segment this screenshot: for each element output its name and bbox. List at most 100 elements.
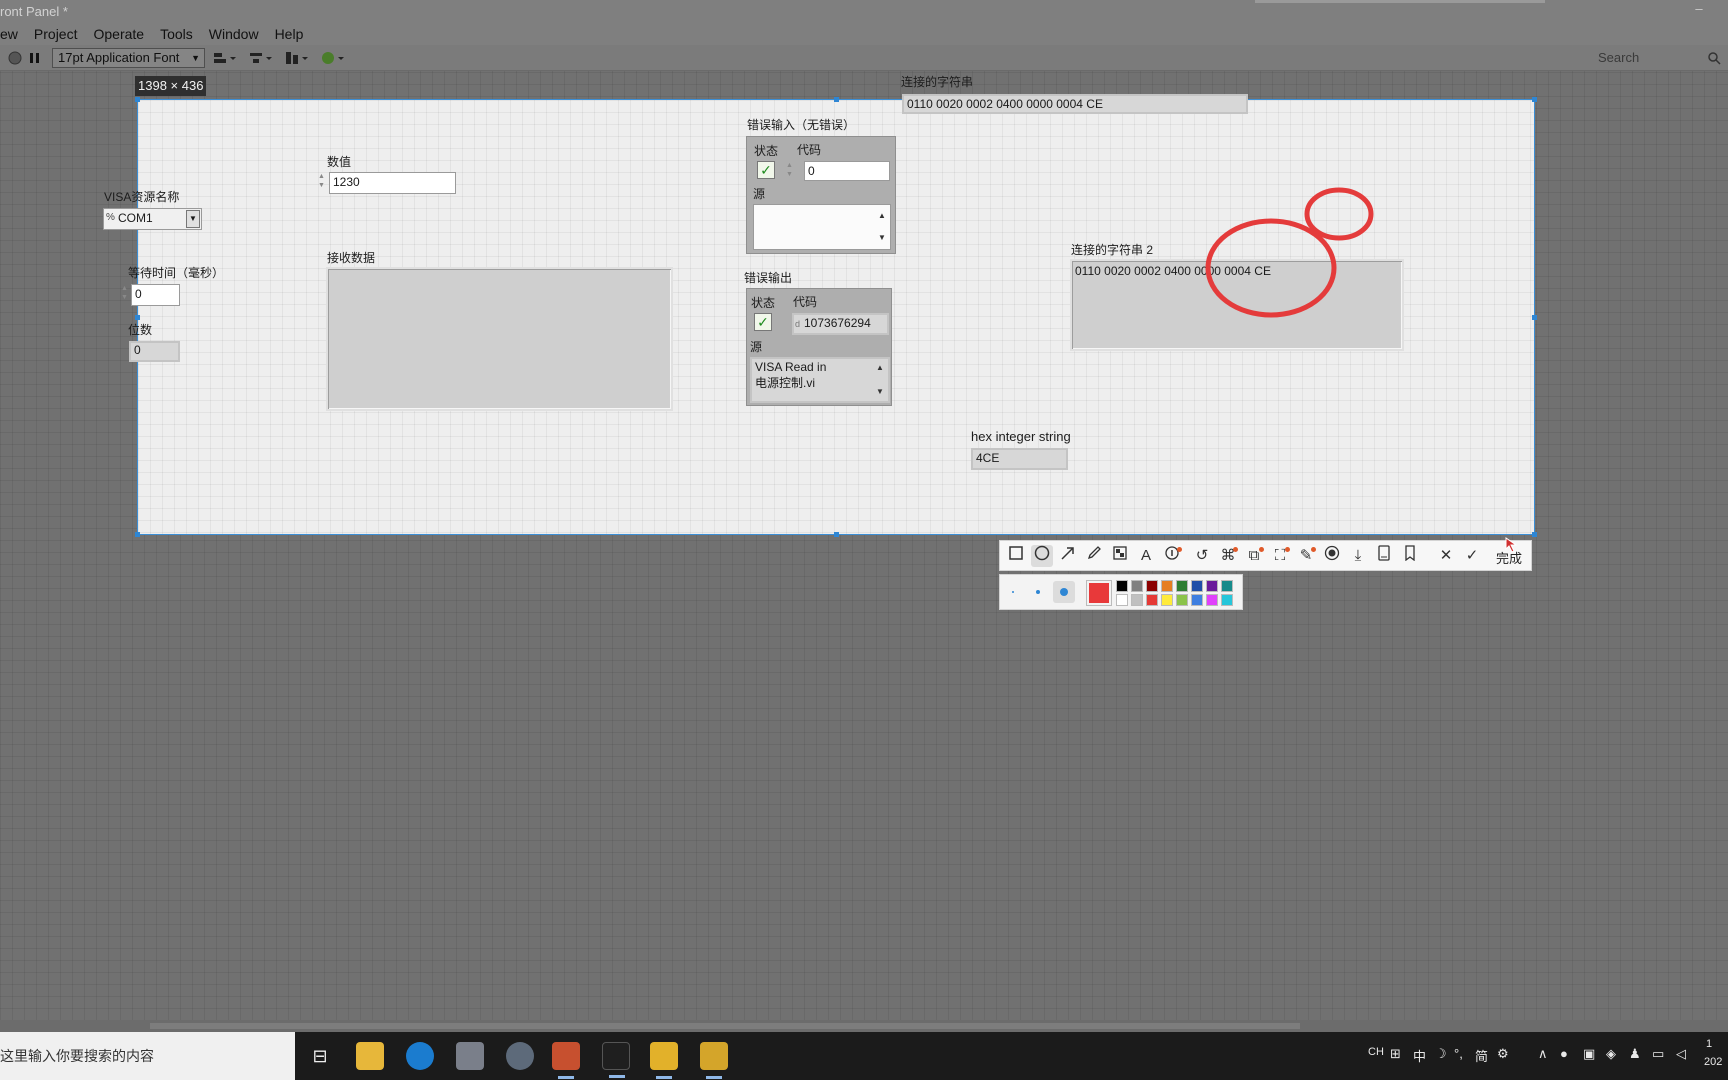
ime-simplified[interactable]: 简	[1475, 1046, 1488, 1065]
check-icon[interactable]: ✓	[1461, 545, 1483, 567]
ime-punct[interactable]: °,	[1454, 1046, 1463, 1061]
text-icon[interactable]: A	[1135, 545, 1157, 567]
resize-handle-top[interactable]	[834, 97, 839, 102]
scroll-down-icon[interactable]: ▼	[876, 229, 888, 247]
color-swatch[interactable]	[1116, 594, 1128, 606]
visa-dropdown-icon[interactable]: ▼	[186, 210, 200, 228]
tray-app-icon[interactable]: ▣	[1583, 1046, 1595, 1062]
clock-time[interactable]: 1	[1706, 1038, 1712, 1050]
timeout-increment-icon[interactable]: ▲ ▼	[120, 284, 129, 304]
color-swatch[interactable]	[1221, 594, 1233, 606]
ime-lang[interactable]: CH	[1368, 1046, 1384, 1058]
distribute-objects-icon[interactable]	[248, 49, 274, 67]
scroll-up-icon[interactable]: ▲	[874, 360, 886, 376]
color-swatch[interactable]	[1131, 580, 1143, 592]
resize-handle-bottom[interactable]	[834, 532, 839, 537]
abort-icon[interactable]	[7, 49, 23, 67]
font-select[interactable]: 17pt Application Font ▼	[52, 48, 205, 68]
volume-icon[interactable]: ◁	[1676, 1046, 1686, 1062]
reorder-icon[interactable]	[320, 49, 346, 67]
network-icon[interactable]: ▭	[1652, 1046, 1664, 1062]
undo-icon[interactable]: ↺	[1191, 545, 1213, 567]
horizontal-scrollbar[interactable]	[0, 1020, 1728, 1032]
ime-moon-icon[interactable]: ☽	[1435, 1046, 1447, 1062]
app-icon[interactable]	[506, 1042, 534, 1070]
resize-objects-icon[interactable]	[284, 49, 310, 67]
rectangle-icon[interactable]	[1005, 545, 1027, 567]
mosaic-icon[interactable]	[1109, 545, 1131, 567]
color-swatch[interactable]	[1206, 594, 1218, 606]
minimize-icon[interactable]: –	[1690, 0, 1708, 18]
visa-resource-control[interactable]: % COM1 ▼	[103, 208, 202, 230]
app-icon[interactable]	[552, 1042, 580, 1079]
resize-handle-left[interactable]	[135, 315, 140, 320]
color-swatch[interactable]	[1176, 594, 1188, 606]
color-swatch[interactable]	[1131, 594, 1143, 606]
labview-icon[interactable]	[650, 1042, 678, 1079]
edge-browser-icon[interactable]	[406, 1042, 434, 1070]
error-in-source-control[interactable]: ▲ ▼	[753, 204, 891, 250]
error-in-status-check-icon[interactable]: ✓	[757, 161, 775, 179]
scrollbar-thumb[interactable]	[150, 1023, 1300, 1029]
size-large-button[interactable]	[1053, 581, 1075, 603]
scroll-up-icon[interactable]: ▲	[876, 207, 888, 225]
concat-string2-label: 连接的字符串 2	[1071, 243, 1154, 257]
save-icon[interactable]	[1373, 545, 1395, 567]
ime-settings-icon[interactable]: ⚙	[1497, 1046, 1509, 1062]
download-icon[interactable]: ⤓	[1347, 545, 1369, 567]
tray-app-icon[interactable]: ♟	[1629, 1046, 1641, 1062]
record-icon[interactable]	[1321, 545, 1343, 567]
resize-handle-right[interactable]	[1532, 315, 1537, 320]
menu-view[interactable]: ew	[0, 23, 26, 45]
timeout-control[interactable]: 0	[131, 284, 180, 306]
color-swatch[interactable]	[1176, 580, 1188, 592]
cursor-icon	[1505, 537, 1518, 553]
pencil-icon[interactable]	[1083, 545, 1105, 567]
size-small-icon[interactable]	[1012, 591, 1014, 593]
menu-window[interactable]: Window	[201, 23, 267, 45]
numeric-increment-icon[interactable]: ▲ ▼	[317, 172, 326, 192]
bookmark-icon[interactable]	[1399, 545, 1421, 567]
security-icon[interactable]: ◈	[1606, 1046, 1616, 1062]
microphone-icon[interactable]: ●	[1560, 1046, 1568, 1061]
pause-icon[interactable]	[28, 49, 42, 67]
qq-icon[interactable]	[602, 1042, 630, 1078]
resize-handle-bottom-left[interactable]	[135, 532, 140, 537]
arrow-icon[interactable]	[1057, 545, 1079, 567]
color-swatch[interactable]	[1191, 594, 1203, 606]
error-in-code-increment-icon[interactable]: ▲ ▼	[785, 161, 794, 181]
tray-chevron-icon[interactable]: ∧	[1538, 1046, 1548, 1062]
menu-tools[interactable]: Tools	[152, 23, 201, 45]
color-swatch[interactable]	[1206, 580, 1218, 592]
clock-date[interactable]: 202	[1704, 1056, 1722, 1068]
color-swatch[interactable]	[1116, 580, 1128, 592]
labview-panel-icon[interactable]	[700, 1042, 728, 1079]
numeric-control[interactable]: 1230	[329, 172, 456, 194]
menu-project[interactable]: Project	[26, 23, 86, 45]
resize-handle-top-right[interactable]	[1532, 97, 1537, 102]
close-icon[interactable]: ✕	[1435, 545, 1457, 567]
ellipse-icon[interactable]	[1031, 545, 1053, 567]
resize-handle-bottom-right[interactable]	[1532, 532, 1537, 537]
size-medium-icon[interactable]	[1036, 590, 1040, 594]
search-input[interactable]: Search	[1585, 48, 1725, 68]
color-swatch[interactable]	[1161, 580, 1173, 592]
file-explorer-icon[interactable]	[356, 1042, 384, 1070]
scroll-down-icon[interactable]: ▼	[874, 384, 886, 400]
ime-chinese[interactable]: 中	[1413, 1046, 1426, 1065]
app-icon[interactable]	[456, 1042, 484, 1070]
menu-operate[interactable]: Operate	[85, 23, 152, 45]
active-color-swatch[interactable]	[1086, 580, 1112, 606]
color-swatch[interactable]	[1146, 580, 1158, 592]
color-swatch[interactable]	[1146, 594, 1158, 606]
error-in-code-control[interactable]: 0	[804, 161, 890, 181]
resize-handle-top-left[interactable]	[135, 97, 140, 102]
color-swatch[interactable]	[1191, 580, 1203, 592]
color-swatch[interactable]	[1161, 594, 1173, 606]
task-view-icon[interactable]: ⊟	[306, 1042, 334, 1070]
align-objects-icon[interactable]	[212, 49, 238, 67]
taskbar-search-input[interactable]: 在这里输入你要搜索的内容	[0, 1032, 295, 1080]
ime-grid-icon[interactable]: ⊞	[1390, 1046, 1401, 1062]
color-swatch[interactable]	[1221, 580, 1233, 592]
menu-help[interactable]: Help	[267, 23, 312, 45]
